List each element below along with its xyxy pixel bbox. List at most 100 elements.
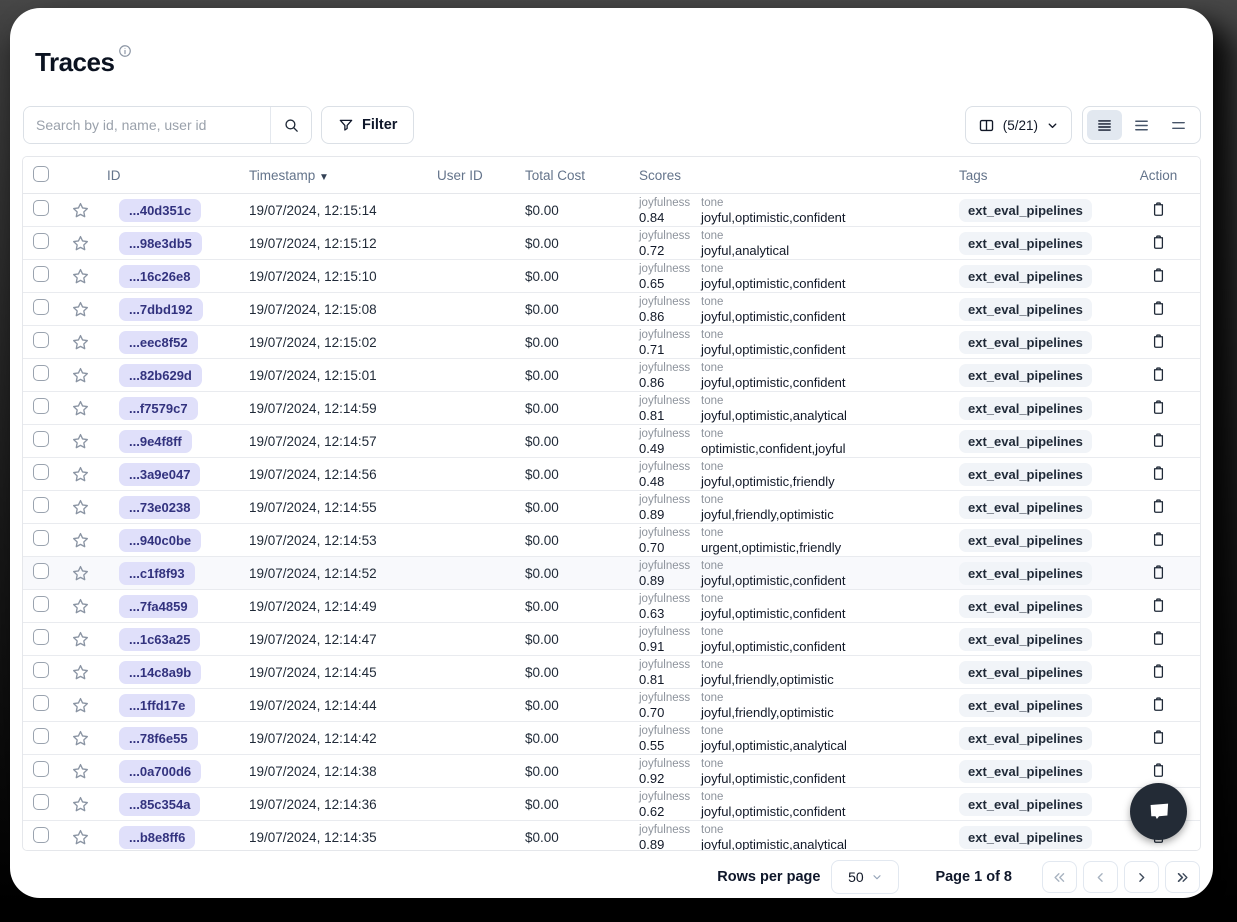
trace-id-badge[interactable]: ...f7579c7 <box>119 397 198 420</box>
star-icon[interactable] <box>71 564 90 583</box>
table-row[interactable]: ...3a9e047 19/07/2024, 12:14:56 $0.00 jo… <box>23 458 1200 491</box>
delete-button[interactable] <box>1148 726 1169 751</box>
table-row[interactable]: ...c1f8f93 19/07/2024, 12:14:52 $0.00 jo… <box>23 557 1200 590</box>
header-timestamp[interactable]: Timestamp ▼ <box>229 168 417 183</box>
trace-id-badge[interactable]: ...1c63a25 <box>119 628 200 651</box>
trace-id-badge[interactable]: ...0a700d6 <box>119 760 201 783</box>
row-checkbox[interactable] <box>33 530 49 546</box>
delete-button[interactable] <box>1148 198 1169 223</box>
trace-id-badge[interactable]: ...940c0be <box>119 529 201 552</box>
row-checkbox[interactable] <box>33 398 49 414</box>
delete-button[interactable] <box>1148 594 1169 619</box>
select-all-checkbox[interactable] <box>33 166 49 182</box>
delete-button[interactable] <box>1148 264 1169 289</box>
star-icon[interactable] <box>71 234 90 253</box>
row-checkbox[interactable] <box>33 827 49 843</box>
trace-id-badge[interactable]: ...73e0238 <box>119 496 200 519</box>
star-icon[interactable] <box>71 630 90 649</box>
delete-button[interactable] <box>1148 396 1169 421</box>
table-row[interactable]: ...eec8f52 19/07/2024, 12:15:02 $0.00 jo… <box>23 326 1200 359</box>
row-checkbox[interactable] <box>33 200 49 216</box>
row-checkbox[interactable] <box>33 794 49 810</box>
trace-id-badge[interactable]: ...1ffd17e <box>119 694 195 717</box>
delete-button[interactable] <box>1148 495 1169 520</box>
row-height-compact-button[interactable] <box>1087 110 1122 140</box>
trace-id-badge[interactable]: ...98e3db5 <box>119 232 202 255</box>
trace-id-badge[interactable]: ...40d351c <box>119 199 201 222</box>
delete-button[interactable] <box>1148 759 1169 784</box>
chat-widget-button[interactable] <box>1130 783 1187 840</box>
row-checkbox[interactable] <box>33 365 49 381</box>
table-row[interactable]: ...98e3db5 19/07/2024, 12:15:12 $0.00 jo… <box>23 227 1200 260</box>
trace-id-badge[interactable]: ...7dbd192 <box>119 298 203 321</box>
row-checkbox[interactable] <box>33 662 49 678</box>
table-row[interactable]: ...40d351c 19/07/2024, 12:15:14 $0.00 jo… <box>23 194 1200 227</box>
trace-id-badge[interactable]: ...3a9e047 <box>119 463 200 486</box>
delete-button[interactable] <box>1148 462 1169 487</box>
table-row[interactable]: ...1ffd17e 19/07/2024, 12:14:44 $0.00 jo… <box>23 689 1200 722</box>
trace-id-badge[interactable]: ...16c26e8 <box>119 265 200 288</box>
star-icon[interactable] <box>71 597 90 616</box>
star-icon[interactable] <box>71 762 90 781</box>
row-checkbox[interactable] <box>33 299 49 315</box>
table-row[interactable]: ...85c354a 19/07/2024, 12:14:36 $0.00 jo… <box>23 788 1200 821</box>
next-page-button[interactable] <box>1124 861 1159 893</box>
star-icon[interactable] <box>71 729 90 748</box>
trace-id-badge[interactable]: ...78f6e55 <box>119 727 198 750</box>
trace-id-badge[interactable]: ...82b629d <box>119 364 202 387</box>
table-row[interactable]: ...9e4f8ff 19/07/2024, 12:14:57 $0.00 jo… <box>23 425 1200 458</box>
table-row[interactable]: ...0a700d6 19/07/2024, 12:14:38 $0.00 jo… <box>23 755 1200 788</box>
table-row[interactable]: ...7fa4859 19/07/2024, 12:14:49 $0.00 jo… <box>23 590 1200 623</box>
rows-per-page-select[interactable]: 50 <box>831 860 899 894</box>
filter-button[interactable]: Filter <box>321 106 414 144</box>
row-checkbox[interactable] <box>33 563 49 579</box>
column-visibility-button[interactable]: (5/21) <box>965 106 1072 144</box>
star-icon[interactable] <box>71 465 90 484</box>
delete-button[interactable] <box>1148 429 1169 454</box>
delete-button[interactable] <box>1148 693 1169 718</box>
delete-button[interactable] <box>1148 561 1169 586</box>
delete-button[interactable] <box>1148 231 1169 256</box>
search-input[interactable] <box>24 107 270 143</box>
last-page-button[interactable] <box>1165 861 1200 893</box>
row-checkbox[interactable] <box>33 596 49 612</box>
table-row[interactable]: ...f7579c7 19/07/2024, 12:14:59 $0.00 jo… <box>23 392 1200 425</box>
row-checkbox[interactable] <box>33 431 49 447</box>
row-checkbox[interactable] <box>33 728 49 744</box>
row-height-medium-button[interactable] <box>1124 110 1159 140</box>
previous-page-button[interactable] <box>1083 861 1118 893</box>
trace-id-badge[interactable]: ...eec8f52 <box>119 331 198 354</box>
row-checkbox[interactable] <box>33 464 49 480</box>
table-row[interactable]: ...940c0be 19/07/2024, 12:14:53 $0.00 jo… <box>23 524 1200 557</box>
star-icon[interactable] <box>71 696 90 715</box>
row-checkbox[interactable] <box>33 761 49 777</box>
row-checkbox[interactable] <box>33 332 49 348</box>
row-checkbox[interactable] <box>33 497 49 513</box>
trace-id-badge[interactable]: ...9e4f8ff <box>119 430 192 453</box>
star-icon[interactable] <box>71 795 90 814</box>
table-row[interactable]: ...73e0238 19/07/2024, 12:14:55 $0.00 jo… <box>23 491 1200 524</box>
star-icon[interactable] <box>71 300 90 319</box>
star-icon[interactable] <box>71 432 90 451</box>
table-row[interactable]: ...82b629d 19/07/2024, 12:15:01 $0.00 jo… <box>23 359 1200 392</box>
delete-button[interactable] <box>1148 660 1169 685</box>
row-checkbox[interactable] <box>33 233 49 249</box>
trace-id-badge[interactable]: ...85c354a <box>119 793 200 816</box>
table-row[interactable]: ...14c8a9b 19/07/2024, 12:14:45 $0.00 jo… <box>23 656 1200 689</box>
star-icon[interactable] <box>71 267 90 286</box>
star-icon[interactable] <box>71 399 90 418</box>
star-icon[interactable] <box>71 366 90 385</box>
delete-button[interactable] <box>1148 330 1169 355</box>
star-icon[interactable] <box>71 498 90 517</box>
table-row[interactable]: ...b8e8ff6 19/07/2024, 12:14:35 $0.00 jo… <box>23 821 1200 851</box>
delete-button[interactable] <box>1148 627 1169 652</box>
table-row[interactable]: ...7dbd192 19/07/2024, 12:15:08 $0.00 jo… <box>23 293 1200 326</box>
first-page-button[interactable] <box>1042 861 1077 893</box>
delete-button[interactable] <box>1148 297 1169 322</box>
trace-id-badge[interactable]: ...7fa4859 <box>119 595 198 618</box>
delete-button[interactable] <box>1148 528 1169 553</box>
trace-id-badge[interactable]: ...c1f8f93 <box>119 562 195 585</box>
trace-id-badge[interactable]: ...14c8a9b <box>119 661 201 684</box>
star-icon[interactable] <box>71 201 90 220</box>
table-row[interactable]: ...16c26e8 19/07/2024, 12:15:10 $0.00 jo… <box>23 260 1200 293</box>
